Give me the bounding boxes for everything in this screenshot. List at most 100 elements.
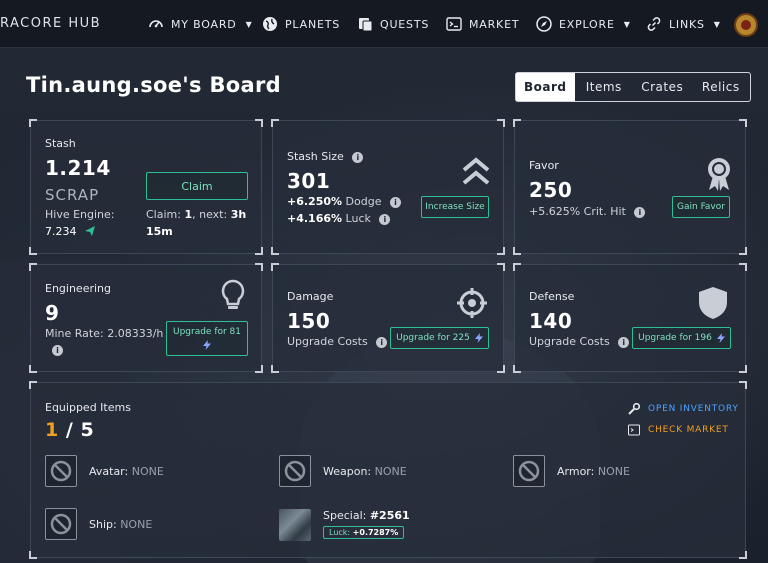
award-ribbon-icon [708,158,730,191]
user-avatar[interactable] [734,13,758,37]
nav-item-my-board[interactable]: MY BOARD ▼ [148,14,253,34]
engineering-value: 9 [45,301,60,325]
stash-size-value: 301 [287,169,331,193]
check-market-label: CHECK MARKET [648,425,729,435]
armor-slot[interactable]: Armor: NONE [513,455,630,487]
empty-slot-icon [279,455,311,487]
special-slot[interactable]: Special: #2561 Luck: +0.7287% [279,509,410,541]
brand-logo-text[interactable]: RACORE HUB [0,16,101,31]
increase-size-button[interactable]: Increase Size [421,196,489,218]
engineering-label: Engineering [45,282,111,295]
slot-name: Ship: [89,517,117,531]
luck-badge-value: +0.7287% [352,528,399,537]
slot-value: NONE [374,464,407,478]
tab-items[interactable]: Items [575,73,634,101]
empty-slot-icon [45,455,77,487]
hive-engine-amount: 7.234 [45,225,77,238]
damage-upgrade-label: Upgrade for 225 [396,333,470,343]
lightbulb-icon [221,279,245,309]
slot-name: Armor: [557,464,595,478]
info-icon[interactable]: i [618,336,630,348]
slot-name: Special: [323,509,367,522]
claim-count: 1 [184,208,193,221]
double-chevron-up-icon [462,157,490,185]
check-market-link[interactable]: CHECK MARKET [628,424,729,436]
crosshair-icon [457,288,487,318]
nav-label: QUESTS [380,17,430,31]
info-icon[interactable]: i [52,345,63,356]
bolt-icon [474,333,483,343]
defense-upgrade-label: Upgrade for 196 [638,333,712,343]
nav-item-links[interactable]: LINKS ▼ [646,14,721,34]
dodge-stat: +6.250% Dodge i [287,195,401,208]
board-tabs: Board Items Crates Relics [515,72,751,102]
dodge-label: Dodge [345,195,382,208]
next-label: , next: [192,208,228,221]
nav-label: EXPLORE [559,17,615,31]
nav-item-quests[interactable]: QUESTS [357,14,429,34]
chevron-down-icon: ▼ [713,19,721,29]
terminal-icon [628,424,640,436]
defense-card: Defense 140 Upgrade Costs i Upgrade for … [513,263,747,373]
slot-value: NONE [120,517,153,531]
avatar-slot[interactable]: Avatar: NONE [45,455,164,487]
send-icon[interactable] [84,225,96,237]
defense-upgrade-button[interactable]: Upgrade for 196 [632,327,731,349]
defense-costs-label: Upgrade Costs [529,335,610,348]
engineering-upgrade-button[interactable]: Upgrade for 81 [166,321,248,356]
stash-card: Stash 1.214 SCRAP Hive Engine: 7.234 Cla… [29,119,263,255]
favor-bonus-text: +5.625% Crit. Hit [529,205,626,218]
luck-badge-label: Luck: [329,528,351,537]
nav-item-explore[interactable]: EXPLORE ▼ [536,14,631,34]
stash-size-label: Stash Size i [287,150,364,163]
bolt-icon [716,333,725,343]
info-icon[interactable]: i [352,151,364,163]
mine-rate: Mine Rate: 2.08333/h [45,327,164,340]
favor-value: 250 [529,178,573,202]
weapon-slot[interactable]: Weapon: NONE [279,455,407,487]
shield-icon [699,287,727,319]
open-inventory-label: OPEN INVENTORY [648,404,739,414]
info-icon[interactable]: i [376,336,388,348]
open-inventory-link[interactable]: OPEN INVENTORY [628,403,739,415]
scroll-icon [359,18,373,32]
bolt-icon [203,340,211,350]
tab-board[interactable]: Board [516,73,575,101]
damage-card: Damage 150 Upgrade Costs i Upgrade for 2… [271,263,505,373]
nav-label: MY BOARD [171,17,237,31]
weapon-slot-label: Weapon: NONE [323,465,407,478]
special-slot-label: Special: #2561 [323,509,410,522]
tab-relics[interactable]: Relics [692,73,751,101]
ship-slot-label: Ship: NONE [89,518,152,531]
ship-slot[interactable]: Ship: NONE [45,508,152,540]
page-title: Tin.aung.soe's Board [26,73,281,97]
defense-value: 140 [529,309,573,333]
slot-name: Avatar: [89,464,129,478]
damage-costs-label: Upgrade Costs [287,335,368,348]
stash-unit: SCRAP [45,186,100,204]
top-navbar: RACORE HUB MY BOARD ▼ PLANETS QUESTS MAR… [0,0,768,48]
tab-crates[interactable]: Crates [633,73,692,101]
info-icon[interactable]: i [389,196,401,208]
link-icon [647,17,661,31]
info-icon[interactable]: i [634,206,646,218]
claim-label: Claim: [146,208,181,221]
special-luck-badge: Luck: +0.7287% [323,526,405,539]
globe-icon [263,17,277,31]
info-icon[interactable]: i [379,213,391,225]
luck-label: Luck [345,212,371,225]
armor-slot-label: Armor: NONE [557,465,630,478]
luck-stat: +4.166% Luck i [287,212,391,225]
gain-favor-button[interactable]: Gain Favor [672,196,730,218]
stash-size-card: Stash Size i 301 +6.250% Dodge i +4.166%… [271,119,505,255]
special-item-id: #2561 [369,509,410,522]
nav-item-planets[interactable]: PLANETS [262,14,340,34]
damage-upgrade-button[interactable]: Upgrade for 225 [390,327,489,349]
nav-item-market[interactable]: MARKET [446,14,519,34]
hive-engine-value: 7.234 [45,225,96,238]
equipped-total: 5 [80,419,95,441]
stash-size-label-text: Stash Size [287,150,344,163]
equipped-separator: / [65,419,74,441]
claim-button[interactable]: Claim [146,172,248,200]
defense-label: Defense [529,290,575,303]
